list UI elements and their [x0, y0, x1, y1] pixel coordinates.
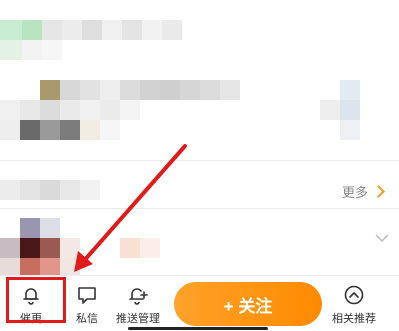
section-divider: [0, 208, 399, 209]
more-link[interactable]: 更多: [341, 182, 385, 201]
chevron-up-circle-icon: [344, 285, 364, 305]
push-manage-label: 推送管理: [116, 312, 160, 325]
message-button[interactable]: 私信: [76, 284, 98, 326]
remind-button[interactable]: 催更: [20, 284, 42, 326]
message-label: 私信: [76, 312, 98, 325]
remind-label: 催更: [20, 312, 42, 325]
bell-icon: [23, 288, 39, 305]
bell-plus-icon: [129, 288, 148, 305]
chevron-right-icon: [372, 185, 385, 198]
follow-label: + 关注: [223, 296, 273, 316]
more-label: 更多: [341, 186, 368, 201]
push-manage-button[interactable]: 推送管理: [116, 284, 160, 326]
chevron-down-icon[interactable]: [375, 231, 389, 245]
chat-bubble-icon: [78, 287, 96, 304]
screen: 更多 催更 私信 推送管理 相关推荐 + 关注: [0, 0, 399, 331]
related-label: 相关推荐: [332, 312, 376, 325]
related-button[interactable]: 相关推荐: [332, 284, 376, 326]
follow-button[interactable]: + 关注: [174, 282, 322, 326]
section-divider: [0, 160, 399, 161]
